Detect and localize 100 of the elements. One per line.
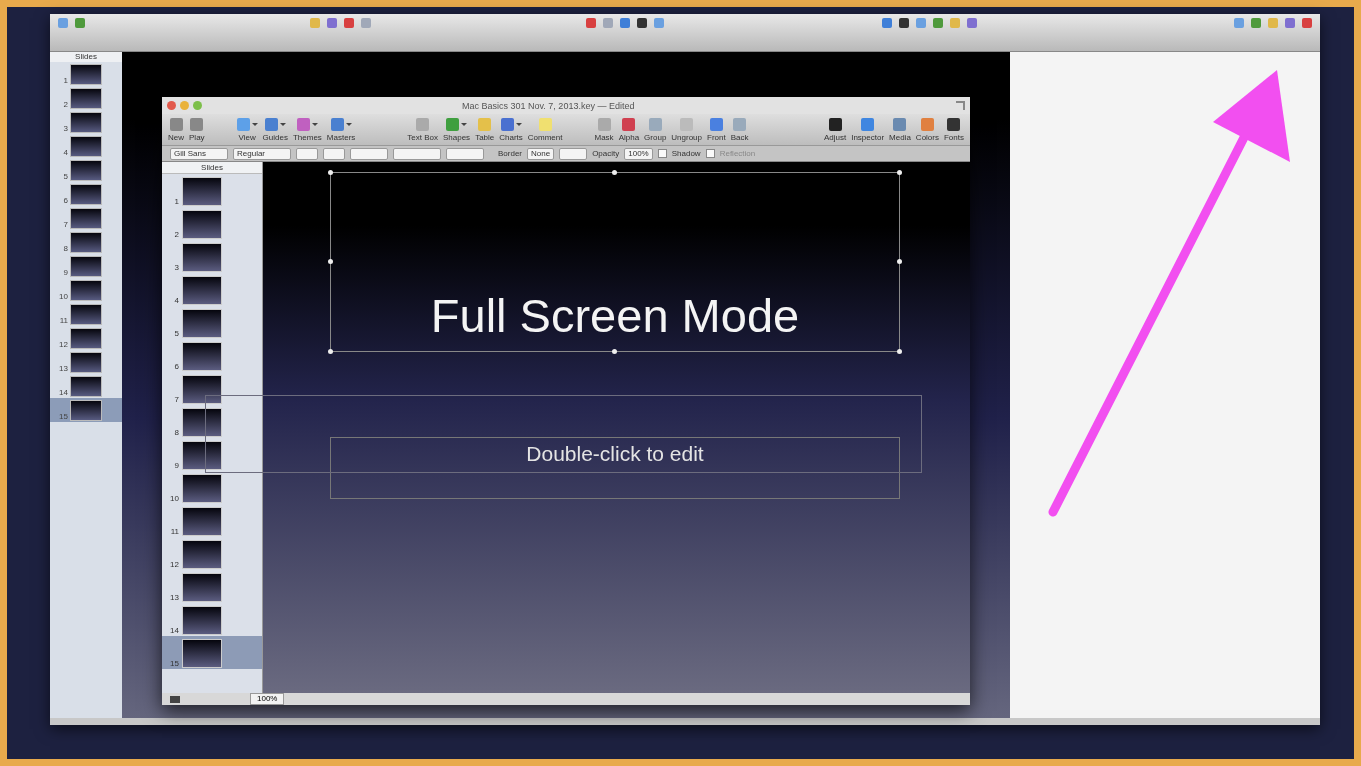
slide-thumbnail xyxy=(182,639,222,668)
zoom-button[interactable] xyxy=(193,101,202,110)
slide-thumbnail xyxy=(182,507,222,536)
slide-number: 15 xyxy=(58,412,69,421)
slide-thumbnail-row[interactable]: 13 xyxy=(162,570,262,603)
slide-thumbnail-row[interactable]: 8 xyxy=(50,230,122,254)
toolbar-button[interactable]: Fonts xyxy=(942,115,966,142)
slide-thumbnail-row[interactable]: 15 xyxy=(50,398,122,422)
slide-thumbnail-row[interactable]: 6 xyxy=(162,339,262,372)
slide-thumbnail xyxy=(182,177,222,206)
checkbox[interactable] xyxy=(657,149,667,158)
slide-thumbnail-row[interactable]: 9 xyxy=(162,438,262,471)
slide-thumbnail-row[interactable]: 5 xyxy=(162,306,262,339)
slide-thumbnail-row[interactable]: 1 xyxy=(162,174,262,207)
toolbar-button[interactable]: Back xyxy=(728,115,751,142)
slide-thumbnail xyxy=(182,474,222,503)
alignment-buttons[interactable] xyxy=(393,147,441,160)
slide-thumbnail xyxy=(70,232,102,253)
slide-number: 4 xyxy=(62,148,69,157)
caret-icon[interactable] xyxy=(251,122,258,126)
slide-thumbnail-row[interactable]: 14 xyxy=(50,374,122,398)
caret-icon[interactable] xyxy=(515,122,522,126)
slide-thumbnail-row[interactable]: 10 xyxy=(162,471,262,504)
slide-thumbnail-row[interactable]: 8 xyxy=(162,405,262,438)
slide-thumbnail-row[interactable]: 5 xyxy=(50,158,122,182)
view-button[interactable] xyxy=(170,695,180,703)
slide-thumbnail xyxy=(182,606,222,635)
spacing-control[interactable] xyxy=(446,147,484,160)
slide-thumbnail xyxy=(182,243,222,272)
slide-number: 6 xyxy=(62,196,69,205)
slide-thumbnail-row[interactable]: 3 xyxy=(162,240,262,273)
slide-thumbnail xyxy=(182,573,222,602)
toolbar-button[interactable]: Guides xyxy=(260,115,290,142)
slide-thumbnail-row[interactable]: 2 xyxy=(50,86,122,110)
fullscreen-icon[interactable] xyxy=(956,101,965,110)
slide-thumbnail-row[interactable]: 7 xyxy=(50,206,122,230)
slide-thumbnail xyxy=(182,210,222,239)
caret-icon[interactable] xyxy=(311,122,318,126)
slide-thumbnail-row[interactable]: 2 xyxy=(162,207,262,240)
toolbar-button[interactable]: Shapes xyxy=(441,115,473,142)
toolbar-button[interactable]: Masters xyxy=(324,115,358,142)
slide-thumbnail xyxy=(182,540,222,569)
toolbar-button[interactable]: Table xyxy=(473,115,497,142)
slide-thumbnail-row[interactable]: 13 xyxy=(50,350,122,374)
toolbar-button[interactable]: Play xyxy=(187,115,207,142)
slide-thumbnail-row[interactable]: 3 xyxy=(50,110,122,134)
minimize-button[interactable] xyxy=(180,101,189,110)
checkbox[interactable] xyxy=(705,149,715,158)
toolbar-button[interactable]: Front xyxy=(705,115,728,142)
toolbar-button[interactable]: Charts xyxy=(497,115,525,142)
line-style-dropdown[interactable] xyxy=(559,147,588,160)
border-dropdown[interactable]: None xyxy=(527,147,555,160)
slide-thumbnail-row[interactable]: 4 xyxy=(162,273,262,306)
toolbar-button[interactable]: New xyxy=(166,115,186,142)
toolbar-button[interactable]: View xyxy=(234,115,260,142)
slide-thumbnail-row[interactable]: 12 xyxy=(162,537,262,570)
close-button[interactable] xyxy=(167,101,176,110)
toolbar-button[interactable]: Adjust xyxy=(821,115,849,142)
toolbar-button[interactable]: Colors xyxy=(913,115,941,142)
style-dropdown[interactable]: Regular xyxy=(233,147,291,160)
slide-thumbnail-row[interactable]: 4 xyxy=(50,134,122,158)
window-title: Mac Basics 301 Nov. 7, 2013.key — Edited xyxy=(462,100,635,111)
size-field[interactable] xyxy=(296,147,318,160)
slide-number: 15 xyxy=(169,659,180,668)
toolbar-button[interactable]: Themes xyxy=(290,115,324,142)
toolbar-button[interactable]: Mask xyxy=(592,115,616,142)
toolbar-button[interactable]: Text Box xyxy=(405,115,440,142)
text-style-buttons[interactable] xyxy=(350,147,388,160)
toolbar-button[interactable]: Inspector xyxy=(849,115,887,142)
panel-header: Slides xyxy=(162,162,262,174)
toolbar-button[interactable]: Media xyxy=(887,115,913,142)
slide-thumbnail-row[interactable]: 7 xyxy=(162,372,262,405)
font-dropdown[interactable]: Gill Sans xyxy=(170,147,228,160)
color-well[interactable] xyxy=(323,147,345,160)
title-text-box[interactable]: Full Screen Mode xyxy=(330,172,900,352)
slide-thumbnail xyxy=(70,208,102,229)
opacity-field[interactable]: 100% xyxy=(624,147,653,160)
toolbar-button[interactable]: Comment xyxy=(525,115,565,142)
slide-thumbnail-row[interactable]: 9 xyxy=(50,254,122,278)
slide-thumbnail xyxy=(182,408,222,437)
slide-thumbnail-row[interactable]: 1 xyxy=(50,62,122,86)
toolbar-button[interactable]: Ungroup xyxy=(669,115,704,142)
toolbar-button[interactable]: Group xyxy=(642,115,669,142)
slide-thumbnail-row[interactable]: 11 xyxy=(162,504,262,537)
caret-icon[interactable] xyxy=(345,122,352,126)
toolbar-button[interactable]: Alpha xyxy=(616,115,642,142)
slide-number: 14 xyxy=(58,388,69,397)
slide-thumbnail-row[interactable]: 6 xyxy=(50,182,122,206)
slide-thumbnail-row[interactable]: 12 xyxy=(50,326,122,350)
slide-thumbnail xyxy=(70,112,102,133)
slide-thumbnail-row[interactable]: 10 xyxy=(50,278,122,302)
body-text-box[interactable]: Double-click to edit xyxy=(330,437,900,499)
caret-icon[interactable] xyxy=(461,122,468,126)
slide-number: 6 xyxy=(173,362,180,371)
slide-thumbnail-row[interactable]: 14 xyxy=(162,603,262,636)
slide-number: 2 xyxy=(173,230,180,239)
caret-icon[interactable] xyxy=(279,122,286,126)
slide-thumbnail-row[interactable]: 15 xyxy=(162,636,262,669)
slide-thumbnail-row[interactable]: 11 xyxy=(50,302,122,326)
zoom-dropdown[interactable]: 100% xyxy=(250,693,285,705)
